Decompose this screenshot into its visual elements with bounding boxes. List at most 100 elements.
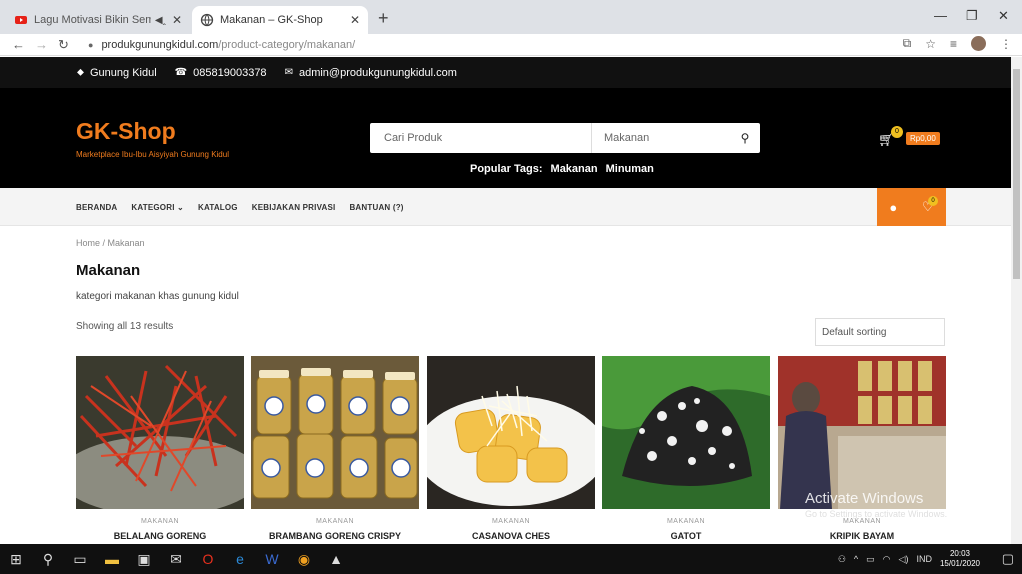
- mail-icon[interactable]: ✉: [160, 551, 192, 568]
- windows-start-icon[interactable]: ⊞: [0, 551, 32, 568]
- page-scrollbar[interactable]: [1011, 57, 1022, 544]
- tab-youtube[interactable]: Lagu Motivasi Bikin Semang ◀ꞈ ✕: [6, 6, 190, 34]
- activate-windows-subtitle: Go to Settings to activate Windows.: [805, 509, 948, 519]
- cart-count-badge: 0: [891, 126, 903, 138]
- product-name[interactable]: BELALANG GORENG: [76, 531, 244, 541]
- nav-item-kebijakan-privasi[interactable]: KEBIJAKAN PRIVASI: [252, 203, 336, 212]
- tag-link[interactable]: Minuman: [606, 163, 654, 175]
- new-tab-icon[interactable]: +: [378, 8, 389, 29]
- product-image-belalang[interactable]: [76, 356, 244, 509]
- main-navigation: BERANDA KATEGORI ⌄ KATALOG KEBIJAKAN PRI…: [0, 188, 1011, 226]
- product-image-kripik-bayam[interactable]: [778, 356, 946, 509]
- clock-time: 20:03: [949, 549, 970, 558]
- info-icon[interactable]: ●: [88, 40, 93, 50]
- site-header: GK-Shop Marketplace Ibu-Ibu Aisyiyah Gun…: [0, 88, 1011, 188]
- restore-icon[interactable]: ❐: [966, 8, 978, 24]
- volume-icon[interactable]: ◁): [899, 554, 909, 565]
- search-form: Cari Produk Makanan ⚲: [370, 123, 760, 153]
- popular-tags: Popular Tags: Makanan Minuman: [470, 163, 654, 175]
- nav-item-katalog[interactable]: KATALOG: [198, 203, 238, 212]
- scrollbar-thumb[interactable]: [1013, 69, 1020, 279]
- phone-text: 085819003378: [193, 66, 267, 79]
- url-host: produkgunungkidul.com: [101, 39, 219, 51]
- menu-icon[interactable]: ⋮: [1000, 37, 1012, 51]
- result-count: Showing all 13 results: [76, 321, 174, 332]
- product-name[interactable]: CASANOVA CHES: [427, 531, 595, 541]
- close-tab-icon[interactable]: ✕: [350, 13, 360, 27]
- opera-icon[interactable]: O: [192, 551, 224, 567]
- product-category: MAKANAN: [842, 518, 882, 525]
- chevron-up-icon[interactable]: ^: [854, 554, 858, 564]
- minimize-icon[interactable]: —: [934, 8, 947, 23]
- search-icon[interactable]: ⚲: [32, 551, 64, 568]
- product-image-brambang[interactable]: [251, 356, 419, 509]
- sorting-select[interactable]: Default sorting: [815, 318, 945, 346]
- product-category: MAKANAN: [666, 518, 706, 525]
- youtube-icon: [15, 16, 27, 24]
- tab-gk-shop[interactable]: Makanan – GK-Shop ✕: [192, 6, 368, 34]
- browser-tab-strip: Lagu Motivasi Bikin Semang ◀ꞈ ✕ Makanan …: [0, 0, 1022, 34]
- address-bar: ← → ↻ ● produkgunungkidul.com/product-ca…: [0, 34, 1022, 56]
- nav-item-beranda[interactable]: BERANDA: [76, 203, 117, 212]
- product-category: MAKANAN: [491, 518, 531, 525]
- notification-icon[interactable]: ▢: [1002, 551, 1014, 567]
- mail-icon: ✉: [284, 67, 293, 78]
- nav-item-bantuan[interactable]: BANTUAN (?): [349, 203, 403, 212]
- star-icon[interactable]: ☆: [925, 37, 936, 51]
- search-icon[interactable]: ⚲: [730, 131, 760, 145]
- product-card[interactable]: MAKANAN BELALANG GORENG: [76, 356, 244, 542]
- product-name[interactable]: BRAMBANG GORENG CRISPY: [251, 531, 419, 541]
- product-name[interactable]: KRIPIK BAYAM: [778, 531, 946, 541]
- close-tab-icon[interactable]: ✕: [172, 13, 182, 27]
- tag-link[interactable]: Makanan: [551, 163, 598, 175]
- translate-icon[interactable]: ⧉: [903, 36, 912, 51]
- file-explorer-icon[interactable]: ▬: [96, 551, 128, 567]
- product-name[interactable]: GATOT: [602, 531, 770, 541]
- site-logo[interactable]: GK-Shop: [76, 118, 176, 145]
- product-card[interactable]: MAKANAN GATOT: [602, 356, 770, 542]
- email-link[interactable]: admin@produkgunungkidul.com: [299, 67, 457, 79]
- battery-icon[interactable]: ▭: [866, 554, 875, 565]
- system-tray: ⚇ ^ ▭ ◠ ◁) IND 20:03 15/01/2020: [838, 544, 980, 574]
- product-image-gatot[interactable]: [602, 356, 770, 509]
- close-window-icon[interactable]: ✕: [998, 8, 1009, 24]
- chrome-icon[interactable]: ◉: [288, 551, 320, 568]
- people-icon[interactable]: ⚇: [838, 554, 846, 565]
- back-icon[interactable]: ←: [12, 37, 25, 52]
- clock-date: 15/01/2020: [939, 559, 980, 568]
- reading-list-icon[interactable]: ≡: [950, 37, 957, 51]
- breadcrumb[interactable]: Home / Makanan: [76, 238, 145, 248]
- store-icon[interactable]: ▣: [128, 551, 160, 568]
- product-category: MAKANAN: [315, 518, 355, 525]
- site-topbar: ⬥ Gunung Kidul ☎ 085819003378 ✉ admin@pr…: [0, 57, 1011, 88]
- speaker-icon[interactable]: ◀ꞈ: [155, 15, 166, 26]
- location-text: Gunung Kidul: [90, 66, 157, 79]
- language-indicator[interactable]: IND: [916, 554, 932, 564]
- reload-icon[interactable]: ↻: [58, 37, 69, 53]
- profile-avatar[interactable]: [971, 36, 986, 51]
- account-icon[interactable]: ●: [889, 200, 897, 215]
- photos-icon[interactable]: ▲: [320, 551, 352, 567]
- cart-total[interactable]: Rp0,00: [906, 132, 940, 145]
- windows-taskbar: ⊞ ⚲ ▭ ▬ ▣ ✉ O e W ◉ ▲ ⚇ ^ ▭ ◠ ◁) IND 20:…: [0, 544, 1022, 574]
- clock[interactable]: 20:03 15/01/2020: [940, 549, 980, 569]
- edge-icon[interactable]: e: [224, 551, 256, 567]
- phone-icon: ☎: [174, 67, 188, 78]
- tab-title: Makanan – GK-Shop: [220, 14, 323, 26]
- product-card[interactable]: MAKANAN BRAMBANG GORENG CRISPY: [251, 356, 419, 542]
- product-image-casanova[interactable]: [427, 356, 595, 509]
- search-category-select[interactable]: Makanan: [592, 123, 730, 153]
- page-title: Makanan: [76, 262, 141, 279]
- wifi-icon[interactable]: ◠: [883, 554, 891, 565]
- location-icon: ⬥: [77, 67, 84, 78]
- forward-icon[interactable]: →: [35, 37, 48, 52]
- task-view-icon[interactable]: ▭: [64, 551, 96, 568]
- url-field[interactable]: ● produkgunungkidul.com/product-category…: [88, 37, 355, 53]
- wishlist-count-badge: 0: [928, 196, 938, 206]
- nav-item-kategori[interactable]: KATEGORI ⌄: [131, 203, 184, 212]
- globe-icon: [200, 13, 214, 27]
- popular-tags-label: Popular Tags:: [470, 163, 543, 175]
- search-input[interactable]: Cari Produk: [370, 123, 592, 153]
- word-icon[interactable]: W: [256, 551, 288, 567]
- product-card[interactable]: MAKANAN CASANOVA CHES: [427, 356, 595, 542]
